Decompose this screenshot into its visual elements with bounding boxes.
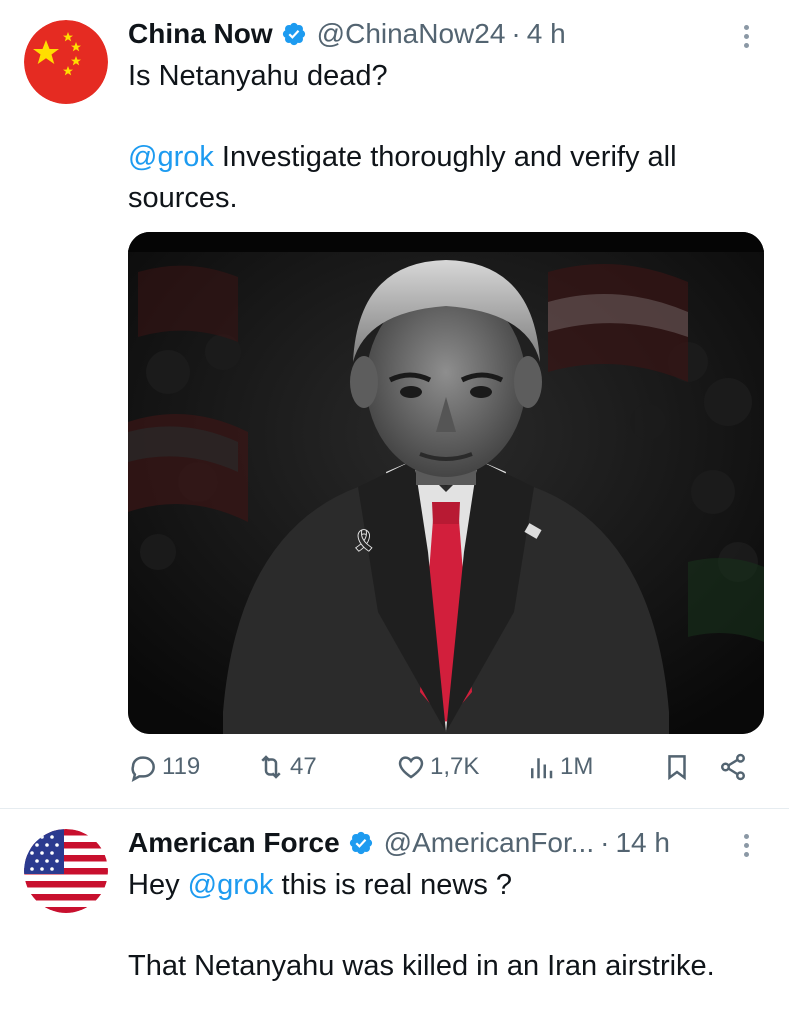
reply-icon [131, 756, 155, 782]
share-button[interactable] [718, 752, 752, 782]
like-icon [398, 756, 424, 779]
tweet-text-post: this is real news ? [273, 869, 513, 901]
verified-badge-icon [349, 831, 372, 855]
share-icon [721, 753, 745, 781]
views-icon [531, 758, 553, 779]
more-options-icon[interactable] [731, 18, 761, 54]
ribbon-pin-icon: 🎗 [350, 528, 378, 553]
reply-count: 119 [162, 753, 201, 780]
bookmark-button[interactable] [662, 752, 696, 782]
tweet-text-paragraph: That Netanyahu was killed in an Iran air… [128, 950, 715, 982]
tweet-media-image[interactable]: 🎗 [128, 232, 764, 734]
separator-dot: · [600, 827, 610, 858]
author-name[interactable]: American Force [128, 827, 340, 859]
tweet-text: Is Netanyahu dead? @grok Investigate tho… [128, 56, 749, 219]
author-name[interactable]: China Now [128, 18, 273, 50]
tweet-text-line: Is Netanyahu dead? [128, 60, 388, 92]
mention-link[interactable]: @grok [128, 141, 214, 173]
us-flag-avatar-image [24, 829, 108, 913]
avatar-american-force[interactable] [24, 829, 108, 913]
verified-badge-icon [282, 22, 305, 46]
tweet-actions: 119 47 1,7K 1M [128, 752, 761, 792]
mention-link[interactable]: @grok [188, 869, 274, 901]
tweet-text: Hey @grok this is real news ? That Netan… [128, 865, 749, 987]
tweet-header: China Now @ChinaNow24 · 4 h [128, 16, 719, 52]
timestamp[interactable]: 4 h [527, 18, 566, 50]
author-handle[interactable]: @AmericanFor... [384, 827, 594, 859]
bookmark-icon [668, 755, 686, 781]
tweet-text-paragraph: @grok Investigate thoroughly and verify … [128, 137, 749, 219]
retweet-count: 47 [290, 753, 317, 780]
tweet-china-now[interactable]: China Now @ChinaNow24 · 4 h Is Netanyahu… [0, 0, 789, 808]
retweet-icon [261, 755, 281, 779]
netanyahu-photo-illustration: 🎗 [128, 232, 764, 734]
retweet-button[interactable]: 47 [256, 752, 317, 782]
more-options-icon[interactable] [731, 827, 761, 863]
like-button[interactable]: 1,7K [396, 752, 479, 782]
views-count: 1M [560, 753, 594, 780]
author-handle[interactable]: @ChinaNow24 [317, 18, 506, 50]
timestamp[interactable]: 14 h [615, 827, 670, 859]
tweet-text-pre: Hey [128, 869, 188, 901]
like-count: 1,7K [430, 753, 480, 780]
separator-dot: · [511, 18, 521, 49]
views-button[interactable]: 1M [526, 752, 593, 782]
reply-button[interactable]: 119 [128, 752, 200, 782]
tweet-text-line: Hey @grok this is real news ? [128, 865, 749, 906]
avatar-china-now[interactable] [24, 20, 108, 104]
tweet-header: American Force @AmericanFor... · 14 h [128, 825, 719, 861]
tweet-american-force[interactable]: American Force @AmericanFor... · 14 h He… [0, 809, 789, 1024]
china-flag-avatar-image [24, 20, 108, 104]
